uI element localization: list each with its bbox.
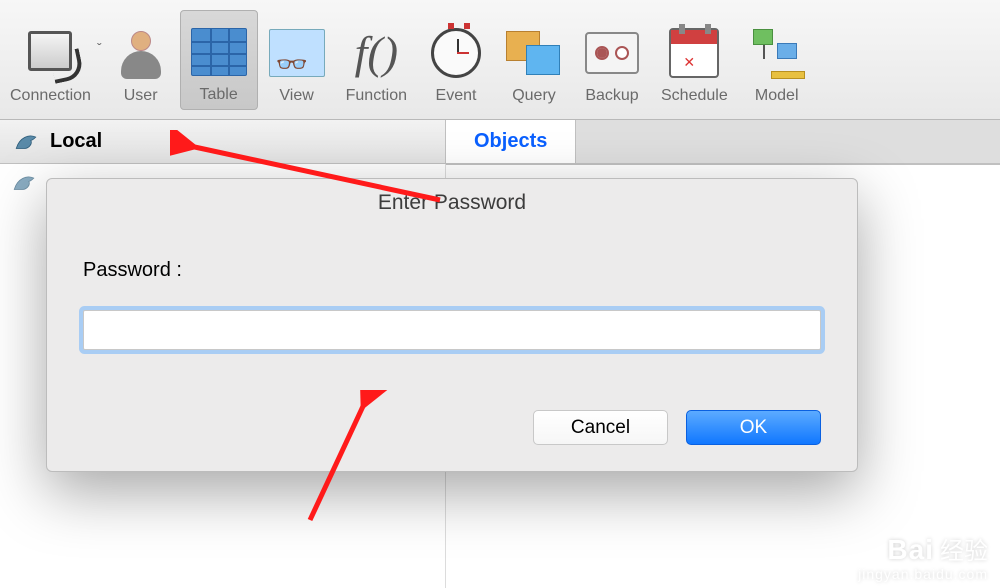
toolbar-label: User (124, 87, 158, 105)
view-icon: 👓 (269, 25, 325, 81)
ok-button[interactable]: OK (686, 410, 821, 445)
password-input[interactable] (83, 310, 821, 350)
toolbar-label: Table (200, 86, 238, 104)
toolbar-label: Schedule (661, 87, 728, 105)
toolbar-label: Connection (10, 87, 91, 105)
cancel-button[interactable]: Cancel (533, 410, 668, 445)
toolbar-label: Function (346, 87, 407, 105)
tab-objects[interactable]: Objects (446, 120, 576, 163)
tape-icon (584, 25, 640, 81)
toolbar-schedule[interactable]: ✕ Schedule (651, 10, 738, 110)
connection-name: Local (50, 130, 102, 153)
password-dialog: Enter Password Password : Cancel OK (46, 178, 858, 472)
tab-row: Local Objects (0, 120, 1000, 164)
toolbar-table[interactable]: Table (180, 10, 258, 110)
function-icon: f() (348, 25, 404, 81)
toolbar-view[interactable]: 👓 View (258, 10, 336, 110)
toolbar-label: Backup (585, 87, 638, 105)
watermark-suffix: 经验 (940, 538, 988, 565)
connection-local[interactable]: Local (12, 129, 102, 155)
query-icon (506, 25, 562, 81)
chevron-down-icon[interactable]: ˇ (97, 40, 102, 80)
mysql-dolphin-icon (10, 170, 38, 196)
toolbar-label: Model (755, 87, 799, 105)
paw-icon (934, 489, 980, 536)
plug-icon (22, 25, 78, 81)
toolbar-label: Event (436, 87, 477, 105)
diagram-icon (749, 25, 805, 81)
toolbar-backup[interactable]: Backup (573, 10, 651, 110)
toolbar-label: View (279, 87, 313, 105)
password-label: Password : (83, 259, 821, 282)
calendar-icon: ✕ (666, 25, 722, 81)
connection-list-header: Local (0, 120, 446, 163)
tab-label: Objects (474, 130, 547, 153)
user-icon (113, 25, 169, 81)
mysql-dolphin-icon (12, 129, 40, 155)
dialog-title: Enter Password (47, 179, 857, 229)
tabs-area: Objects (446, 120, 1000, 163)
table-icon (191, 24, 247, 80)
watermark: Bai经验 jingyan.baidu.com (858, 531, 988, 582)
stopwatch-icon (428, 25, 484, 81)
main-toolbar: Connection ˇ User Table 👓 View f() Funct… (0, 0, 1000, 120)
toolbar-function[interactable]: f() Function (336, 10, 417, 110)
toolbar-label: Query (512, 87, 556, 105)
watermark-brand: Bai (887, 534, 934, 565)
toolbar-query[interactable]: Query (495, 10, 573, 110)
watermark-url: jingyan.baidu.com (858, 566, 988, 582)
toolbar-connection[interactable]: Connection (0, 10, 101, 110)
toolbar-user[interactable]: User (102, 10, 180, 110)
toolbar-event[interactable]: Event (417, 10, 495, 110)
toolbar-model[interactable]: Model (738, 10, 816, 110)
